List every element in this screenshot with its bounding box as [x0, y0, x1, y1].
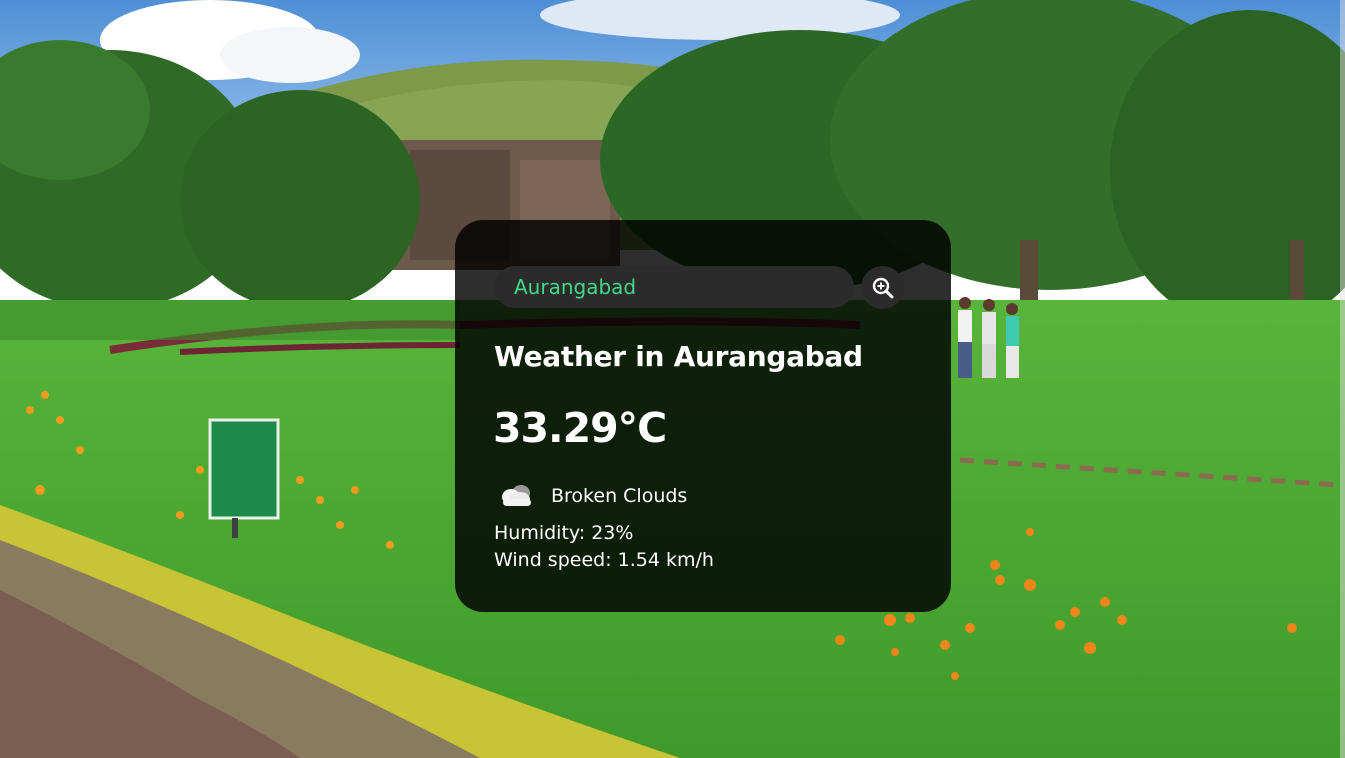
humidity-text: Humidity: 23% [494, 522, 634, 544]
weather-card: Weather in Aurangabad 33.29°C Broken Clo… [455, 220, 951, 612]
search-input[interactable] [494, 266, 854, 308]
temperature-value: 33.29°C [493, 404, 667, 452]
wind-speed-text: Wind speed: 1.54 km/h [494, 549, 714, 571]
broken-clouds-icon [502, 485, 531, 506]
magnifier-zoom-icon [872, 277, 893, 298]
weather-description: Broken Clouds [551, 485, 688, 507]
weather-description-row: Broken Clouds [497, 480, 687, 512]
weather-title: Weather in Aurangabad [494, 340, 863, 373]
search-button[interactable] [861, 266, 904, 309]
search-bar [494, 266, 906, 309]
